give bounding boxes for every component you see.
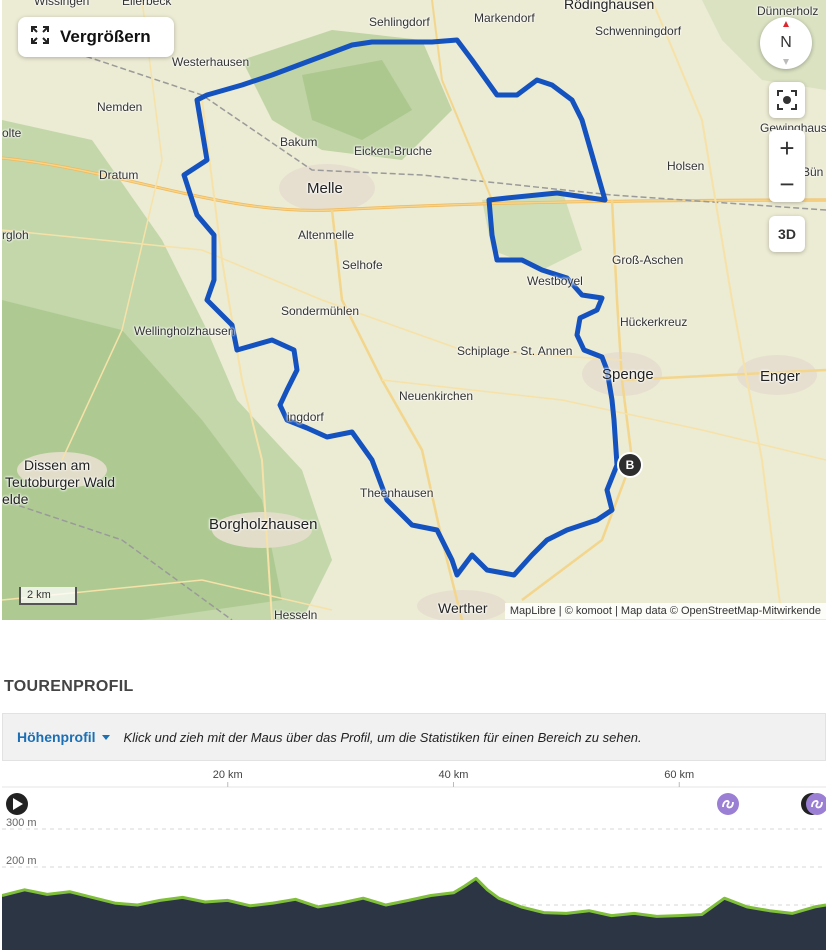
place-schiplage: Schiplage - St. Annen bbox=[457, 344, 573, 358]
place-werther: Werther bbox=[438, 600, 488, 616]
place-bakum: Bakum bbox=[280, 135, 318, 149]
chevron-down-icon bbox=[101, 734, 110, 740]
y-tick-label: 300 m bbox=[6, 817, 37, 829]
elevation-profile-chart[interactable]: 20 km40 km60 km 100 m200 m300 m bbox=[2, 762, 826, 950]
place-borgholzhausen: Borgholzhausen bbox=[209, 516, 318, 533]
place-ellerbeck: Ellerbeck bbox=[122, 0, 172, 8]
zoom-in-button[interactable]: + bbox=[769, 130, 805, 166]
place-westerhausen: Westerhausen bbox=[172, 55, 250, 69]
place-elde: elde bbox=[2, 491, 29, 507]
profile-hint: Klick und zieh mit der Maus über das Pro… bbox=[123, 729, 642, 745]
place-markendorf: Markendorf bbox=[474, 11, 535, 25]
profile-toolbar: Höhenprofil Klick und zieh mit der Maus … bbox=[2, 713, 826, 761]
section-title: TOURENPROFIL bbox=[4, 678, 134, 695]
place-neuenkirchen: Neuenkirchen bbox=[399, 389, 474, 403]
map-canvas bbox=[2, 0, 826, 620]
locate-icon bbox=[777, 90, 797, 110]
place-dissen: Dissen am bbox=[24, 457, 91, 473]
place-wellingholzhausen: Wellingholzhausen bbox=[134, 324, 235, 338]
place-wissingen: Wissingen bbox=[34, 0, 90, 8]
y-tick-label: 200 m bbox=[6, 855, 37, 867]
place-dingdorf: ingdorf bbox=[287, 410, 324, 424]
locate-button[interactable] bbox=[769, 82, 805, 118]
place-melle: Melle bbox=[307, 180, 343, 197]
map-attribution[interactable]: MapLibre | © komoot | Map data © OpenStr… bbox=[504, 603, 826, 619]
place-nemden: Nemden bbox=[97, 100, 143, 114]
zoom-control: + − bbox=[769, 130, 805, 202]
place-westboyel: Westboyel bbox=[527, 274, 583, 288]
start-marker[interactable] bbox=[6, 793, 28, 815]
map-scale: 2 km bbox=[19, 587, 77, 605]
compass-icon bbox=[783, 21, 789, 65]
place-rgloh: rgloh bbox=[2, 228, 29, 242]
zoom-out-button[interactable]: − bbox=[769, 166, 805, 202]
place-enger: Enger bbox=[760, 368, 801, 385]
place-eicken-bruche: Eicken-Bruche bbox=[354, 144, 433, 158]
place-sehlingdorf: Sehlingdorf bbox=[369, 15, 430, 29]
x-tick-label: 40 km bbox=[439, 769, 469, 781]
place-dunnerholz: Dünnerholz bbox=[757, 4, 819, 18]
place-theenhausen: Theenhausen bbox=[360, 486, 434, 500]
route-map[interactable]: Wissingen Ellerbeck Rödinghausen Dünnerh… bbox=[2, 0, 826, 620]
place-bunde: Bün bbox=[802, 165, 824, 179]
end-marker[interactable] bbox=[801, 793, 826, 815]
route-end-marker[interactable]: B bbox=[617, 452, 643, 478]
place-schwenningdorf: Schwenningdorf bbox=[595, 24, 682, 38]
place-olte: olte bbox=[2, 126, 22, 140]
view-3d-button[interactable]: 3D bbox=[769, 216, 805, 252]
place-altenmelle: Altenmelle bbox=[298, 228, 355, 242]
place-hesseln: Hesseln bbox=[274, 608, 318, 620]
expand-map-button[interactable]: Vergrößern bbox=[18, 17, 174, 57]
place-dratum: Dratum bbox=[99, 168, 139, 182]
place-sondermuehlen: Sondermühlen bbox=[281, 304, 360, 318]
place-holsen: Holsen bbox=[667, 159, 705, 173]
place-gross-aschen: Groß-Aschen bbox=[612, 253, 684, 267]
poi-marker[interactable] bbox=[717, 793, 739, 815]
place-selhofe: Selhofe bbox=[342, 258, 383, 272]
expand-icon bbox=[30, 25, 50, 50]
x-tick-label: 20 km bbox=[213, 769, 243, 781]
x-tick-label: 60 km bbox=[664, 769, 694, 781]
expand-map-label: Vergrößern bbox=[60, 27, 151, 46]
profile-type-label: Höhenprofil bbox=[17, 729, 96, 745]
place-rodinghausen: Rödinghausen bbox=[564, 0, 655, 12]
place-hueckerkreuz: Hückerkreuz bbox=[620, 315, 688, 329]
place-teutoburger: Teutoburger Wald bbox=[5, 474, 115, 490]
compass-button[interactable]: N bbox=[760, 17, 812, 69]
place-spenge: Spenge bbox=[602, 366, 654, 383]
profile-type-dropdown[interactable]: Höhenprofil bbox=[17, 729, 110, 745]
